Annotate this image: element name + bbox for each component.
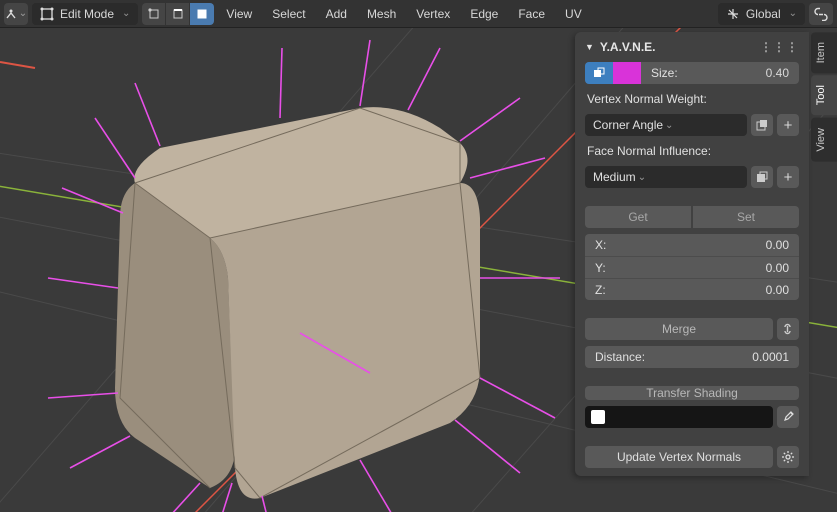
face-influence-add[interactable]: + — [777, 166, 799, 188]
edge-select-mode[interactable] — [166, 3, 190, 25]
n-panel-tabs: Item Tool View — [811, 32, 837, 163]
pivot-dropdown[interactable] — [4, 3, 28, 25]
size-toggle-a-icon[interactable] — [585, 62, 613, 84]
collapse-icon: ▼ — [585, 42, 594, 52]
merge-button[interactable]: Merge — [585, 318, 773, 340]
eyedropper-button[interactable] — [777, 406, 799, 428]
size-value: 0.40 — [756, 62, 799, 84]
menu-add[interactable]: Add — [318, 7, 355, 21]
update-normals-button[interactable]: Update Vertex Normals — [585, 446, 773, 468]
vertex-weight-value: Corner Angle — [593, 118, 663, 132]
face-influence-dropdown[interactable]: Medium — [585, 166, 747, 188]
orientation-dropdown[interactable]: Global — [718, 3, 805, 25]
face-influence-picker[interactable] — [751, 166, 773, 188]
menu-uv[interactable]: UV — [557, 7, 590, 21]
x-field[interactable]: X: 0.00 — [585, 234, 799, 256]
vertex-weight-picker[interactable] — [751, 114, 773, 136]
vertex-weight-label: Vertex Normal Weight: — [585, 90, 799, 108]
vertex-weight-dropdown[interactable]: Corner Angle — [585, 114, 747, 136]
face-select-mode[interactable] — [190, 3, 214, 25]
menu-select[interactable]: Select — [264, 7, 313, 21]
size-field[interactable]: Size: 0.40 — [585, 62, 799, 84]
menu-vertex[interactable]: Vertex — [408, 7, 458, 21]
distance-field[interactable]: Distance: 0.0001 — [585, 346, 799, 368]
settings-button[interactable] — [777, 446, 799, 468]
face-influence-label: Face Normal Influence: — [585, 142, 799, 160]
menu-view[interactable]: View — [218, 7, 260, 21]
panel-title: Y.A.V.N.E. — [600, 40, 656, 54]
select-mode-group — [142, 3, 214, 25]
vertex-select-mode[interactable] — [142, 3, 166, 25]
transfer-shading-button[interactable]: Transfer Shading — [585, 386, 799, 400]
face-influence-value: Medium — [593, 170, 636, 184]
size-toggle-b-icon[interactable] — [613, 62, 641, 84]
xyz-fields: X: 0.00 Y: 0.00 Z: 0.00 — [585, 234, 799, 300]
gear-icon — [781, 450, 795, 464]
tab-view[interactable]: View — [811, 118, 837, 162]
tab-item[interactable]: Item — [811, 32, 837, 73]
mode-label: Edit Mode — [60, 7, 114, 21]
menu-face[interactable]: Face — [510, 7, 553, 21]
get-set-row: Get Set — [585, 206, 799, 228]
set-button[interactable]: Set — [693, 206, 799, 228]
vertex-weight-add[interactable]: + — [777, 114, 799, 136]
header-toolbar: Edit Mode View Select Add Mesh Vertex Ed… — [0, 0, 837, 28]
panel-header[interactable]: ▼ Y.A.V.N.E. ⋮⋮⋮ — [579, 36, 805, 58]
object-swatch-icon — [591, 410, 605, 424]
orientation-label: Global — [746, 7, 781, 21]
z-field[interactable]: Z: 0.00 — [585, 278, 799, 300]
get-button[interactable]: Get — [585, 206, 691, 228]
grip-icon[interactable]: ⋮⋮⋮ — [760, 40, 799, 54]
mode-dropdown[interactable]: Edit Mode — [32, 3, 138, 25]
link-icon[interactable] — [809, 3, 833, 25]
shading-source-field[interactable] — [585, 406, 773, 428]
tab-tool[interactable]: Tool — [811, 75, 837, 115]
size-label: Size: — [641, 62, 688, 84]
menu-mesh[interactable]: Mesh — [359, 7, 404, 21]
merge-link-icon[interactable] — [777, 318, 799, 340]
yavne-panel: ▼ Y.A.V.N.E. ⋮⋮⋮ Size: 0.40 Vertex Norma… — [575, 32, 809, 476]
mesh-cube — [115, 107, 480, 498]
y-field[interactable]: Y: 0.00 — [585, 256, 799, 278]
menu-edge[interactable]: Edge — [462, 7, 506, 21]
